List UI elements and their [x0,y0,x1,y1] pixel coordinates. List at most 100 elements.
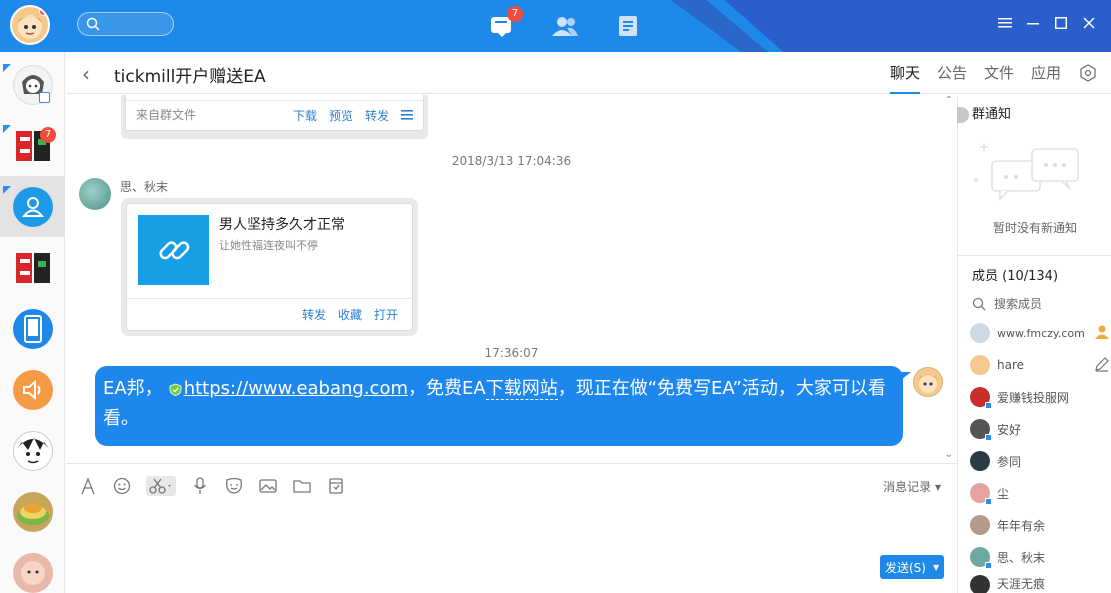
maximize-icon[interactable] [1053,14,1069,32]
message-keyword[interactable]: 下载网站 [485,378,558,400]
conversation-item[interactable]: 7 [0,115,65,176]
menu-icon[interactable] [997,14,1013,32]
member-item[interactable]: 参同 [970,449,1110,473]
screenshot-scissors-icon[interactable] [146,476,176,496]
contacts-icon [12,186,53,227]
mobile-badge [39,92,50,103]
send-button[interactable]: 发送(S) ▼ [880,555,944,579]
open-link[interactable]: 打开 [374,306,398,323]
member-name: 安好 [997,422,1022,437]
member-item[interactable]: 尘 [970,481,1110,505]
divider [127,298,412,299]
folder-icon[interactable] [292,476,312,496]
tab-apps[interactable]: 应用 [1031,52,1061,94]
conversation-item-active[interactable] [0,176,65,237]
message-input-area[interactable]: 消息记录 ▾ 发送(S) ▼ [66,463,957,593]
collapse-down-icon[interactable]: ⌄ [945,449,953,460]
member-avatar [970,483,992,505]
member-name: 思、秋末 [997,550,1046,565]
minimize-icon[interactable] [1025,14,1041,32]
member-avatar [970,323,990,343]
member-item[interactable]: 年年有余 [970,513,1110,537]
docs-tab[interactable] [596,0,659,52]
edit-icon[interactable] [1094,356,1110,372]
image-icon[interactable] [258,476,278,496]
member-name: 天涯无痕 [997,577,1046,591]
input-toolbar [78,476,346,496]
member-item[interactable]: 安好 [970,417,1110,441]
member-item[interactable]: 爱赚钱投服网 [970,385,1110,409]
emoji-icon[interactable] [112,476,132,496]
member-avatar [970,575,990,593]
back-arrow-icon[interactable]: ‹ [82,62,90,86]
microphone-icon[interactable] [190,476,210,496]
message-url-link[interactable]: https://www.eabang.com [184,378,408,399]
tab-files[interactable]: 文件 [984,52,1014,94]
message-text: ，免费EA [408,378,486,399]
my-avatar[interactable] [10,5,50,45]
member-item[interactable]: 天涯无痕 [970,575,1110,593]
member-item[interactable]: www.fmczy.com [970,321,1110,345]
conversation-item[interactable] [0,237,65,298]
search-icon [86,17,100,31]
preview-link[interactable]: 预览 [329,107,353,124]
group-owner-icon [1095,325,1109,339]
file-actions: 下载 预览 转发 [293,107,413,124]
member-search[interactable]: 搜索成员 [972,295,1042,312]
close-icon[interactable] [1081,14,1097,32]
tab-announcement[interactable]: 公告 [937,52,967,94]
message-list[interactable]: ⌃ 来自群文件 下载 预览 转发 2018/3/13 17:04:36 思、秋末 [66,95,957,463]
conversation-item[interactable] [0,420,65,481]
shake-icon[interactable] [326,476,346,496]
phone-icon [12,308,53,349]
download-link[interactable]: 下载 [293,107,317,124]
link-title: 男人坚持多久才正常 [219,217,345,233]
more-menu-icon[interactable] [401,109,413,121]
member-item[interactable]: hare [970,353,1110,377]
messages-tab[interactable]: 7 [470,0,533,52]
conversation-item[interactable] [0,298,65,359]
no-notice-text: 暂时没有新通知 [992,221,1077,235]
unread-marker [3,186,11,194]
chat-title: tickmill开户赠送EA [114,67,266,87]
conversation-item[interactable] [0,54,65,115]
member-avatar [970,515,990,535]
shared-link-card[interactable]: 男人坚持多久才正常 让她性福连夜叫不停 转发 收藏 打开 [121,198,418,336]
forward-link[interactable]: 转发 [302,306,326,323]
message-history-button[interactable]: 消息记录 ▾ [883,478,941,495]
link-actions: 转发 收藏 打开 [302,306,398,323]
history-label: 消息记录 [883,480,932,494]
divider [126,100,423,101]
top-bar: 7 [0,0,1111,52]
avatar [12,552,53,593]
group-file-card[interactable]: 来自群文件 下载 预览 转发 [121,95,428,139]
forward-link[interactable]: 转发 [365,107,389,124]
sender-avatar[interactable] [79,178,111,210]
safe-link-shield-icon [169,383,182,396]
member-item[interactable]: 思、秋末 [970,545,1110,569]
send-options-arrow-icon[interactable]: ▼ [933,563,939,572]
collapse-up-icon[interactable]: ⌃ [945,95,953,106]
sticker-icon[interactable] [224,476,244,496]
tab-chat[interactable]: 聊天 [889,52,920,94]
timestamp: 17:36:07 [484,346,539,360]
conversation-item[interactable] [0,542,65,593]
member-name: 尘 [997,486,1010,501]
qq-chat-window: 7 7 ‹ tickmill开户赠送EA 聊天 公告 文件 应用 ⌃ 来自群文件… [0,0,1111,593]
conversation-item[interactable] [0,481,65,542]
mobile-badge [985,562,992,569]
contacts-tab[interactable] [533,0,596,52]
speaker-icon [12,369,53,410]
file-card-body: 来自群文件 下载 预览 转发 [125,95,424,131]
chat-header: ‹ tickmill开户赠送EA 聊天 公告 文件 应用 [66,52,1111,94]
conversation-item[interactable] [0,359,65,420]
favorite-link[interactable]: 收藏 [338,306,362,323]
search-input[interactable] [77,12,174,36]
my-message-bubble[interactable]: EA邦， https://www.eabang.com，免费EA下载网站，现正在做… [95,366,911,446]
font-icon[interactable] [78,476,98,496]
settings-hex-icon[interactable] [1079,64,1097,82]
my-message-avatar[interactable] [913,367,943,397]
unread-marker [3,125,11,133]
member-avatar [970,547,992,569]
panel-collapse-handle[interactable] [957,107,969,123]
